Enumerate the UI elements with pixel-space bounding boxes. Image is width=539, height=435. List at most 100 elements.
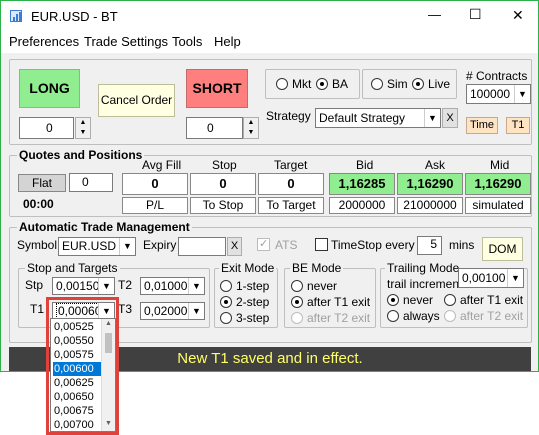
menu-help[interactable]: Help — [214, 34, 241, 49]
be-mode-title: BE Mode — [290, 261, 344, 275]
atm-title: Automatic Trade Management — [17, 220, 192, 234]
bid-size: 2000000 — [329, 197, 395, 214]
header-avg-fill: Avg Fill — [142, 158, 182, 172]
be-never-radio[interactable] — [291, 280, 303, 292]
contracts-select[interactable]: 100000 ▼ — [466, 84, 531, 104]
timestop-label: TimeStop every — [331, 238, 415, 252]
trail-after-t1-radio[interactable] — [444, 294, 456, 306]
symbol-label: Symbol — [17, 238, 58, 252]
stop-value: 0 — [190, 173, 256, 195]
sim-radio[interactable] — [371, 78, 383, 90]
menu-trade-settings[interactable]: Trade Settings — [84, 34, 168, 49]
sim-label: Sim — [387, 77, 408, 91]
long-qty-stepper[interactable]: ▲ ▼ — [75, 117, 91, 139]
window-title: EUR.USD - BT — [31, 9, 118, 24]
exit-3-step-radio[interactable] — [220, 312, 232, 324]
be-after-t2-label: after T2 exit — [307, 311, 371, 325]
stp-label: Stp — [25, 278, 44, 292]
trailing-mode-title: Trailing Mode — [385, 261, 462, 275]
trail-after-t1-label: after T1 exit — [460, 293, 524, 307]
stp-select[interactable]: 0,00150 ▼ — [52, 277, 115, 295]
exit-2-step-radio[interactable] — [220, 296, 232, 308]
timestop-minutes-input[interactable]: 5 — [417, 236, 442, 255]
chevron-down-icon[interactable]: ▼ — [98, 278, 114, 294]
short-qty-stepper[interactable]: ▲ ▼ — [243, 117, 259, 139]
t3-select[interactable]: 0,02000 ▼ — [140, 302, 205, 320]
maximize-icon[interactable]: ☐ — [469, 6, 482, 23]
mid-mode: simulated — [465, 197, 531, 214]
expiry-label: Expiry — [143, 238, 177, 252]
time-button[interactable]: Time — [466, 117, 498, 134]
long-qty-input[interactable]: 0 — [19, 117, 74, 139]
contracts-label: # Contracts — [466, 69, 528, 83]
chevron-up-icon[interactable]: ▲ — [76, 118, 90, 128]
timestop-checkbox[interactable] — [315, 238, 328, 251]
highlight-annotation — [46, 297, 119, 435]
to-target-label: To Target — [258, 197, 324, 214]
app-icon — [10, 10, 22, 22]
expiry-input[interactable] — [178, 237, 226, 256]
t1-button[interactable]: T1 — [506, 117, 530, 134]
pl-label: P/L — [122, 197, 188, 214]
t2-value: 0,01000 — [144, 279, 188, 293]
trail-after-t2-radio[interactable] — [444, 310, 456, 322]
t1-label: T1 — [30, 302, 45, 316]
be-after-t2-radio[interactable] — [291, 312, 303, 324]
trail-always-radio[interactable] — [387, 310, 399, 322]
chevron-down-icon[interactable]: ▼ — [188, 303, 204, 319]
close-icon[interactable]: ✕ — [512, 7, 524, 24]
chevron-up-icon[interactable]: ▲ — [244, 118, 258, 128]
short-qty-input[interactable]: 0 — [186, 117, 243, 139]
chevron-down-icon[interactable]: ▼ — [119, 238, 135, 255]
strategy-value: Default Strategy — [319, 111, 406, 125]
dom-button[interactable]: DOM — [482, 237, 523, 261]
strategy-select[interactable]: Default Strategy ▼ — [315, 108, 441, 128]
stop-targets-title: Stop and Targets — [25, 261, 120, 275]
cancel-order-button[interactable]: Cancel Order — [98, 84, 175, 117]
ba-radio[interactable] — [316, 78, 328, 90]
trail-after-t2-label: after T2 exit — [460, 309, 524, 323]
chevron-down-icon[interactable]: ▼ — [514, 85, 530, 103]
mkt-label: Mkt — [292, 77, 312, 91]
live-radio[interactable] — [412, 78, 424, 90]
chevron-down-icon[interactable]: ▼ — [507, 269, 523, 287]
chevron-down-icon[interactable]: ▼ — [424, 109, 440, 127]
chevron-down-icon[interactable]: ▼ — [244, 128, 258, 138]
long-button[interactable]: LONG — [19, 69, 80, 108]
chevron-down-icon[interactable]: ▼ — [76, 128, 90, 138]
position-status-button[interactable]: Flat — [18, 174, 66, 192]
menu-preferences[interactable]: Preferences — [9, 34, 79, 49]
chevron-down-icon[interactable]: ▼ — [188, 278, 204, 294]
stp-value: 0,00150 — [56, 279, 100, 293]
trail-never-radio[interactable] — [387, 294, 399, 306]
header-target: Target — [274, 158, 308, 172]
ats-checkbox[interactable]: ✓ — [257, 238, 270, 251]
trail-increment-value: 0,00100 — [462, 271, 506, 285]
header-bid: Bid — [356, 158, 374, 172]
position-timer: 00:00 — [23, 197, 54, 211]
strategy-clear-button[interactable]: X — [442, 108, 458, 128]
be-after-t1-radio[interactable] — [291, 296, 303, 308]
exit-2-step-label: 2-step — [236, 295, 270, 309]
expiry-clear-button[interactable]: X — [227, 237, 242, 256]
t2-select[interactable]: 0,01000 ▼ — [140, 277, 205, 295]
exit-1-step-radio[interactable] — [220, 280, 232, 292]
title-bar: EUR.USD - BT — ☐ ✕ — [1, 1, 538, 31]
exit-3-step-label: 3-step — [236, 311, 270, 325]
exit-mode-title: Exit Mode — [219, 261, 277, 275]
mid-value: 1,16290 — [465, 173, 531, 195]
be-after-t1-label: after T1 exit — [307, 295, 371, 309]
header-ask: Ask — [425, 158, 446, 172]
trail-always-label: always — [403, 309, 440, 323]
minimize-icon[interactable]: — — [428, 7, 441, 22]
to-stop-label: To Stop — [190, 197, 256, 214]
menu-tools[interactable]: Tools — [172, 34, 202, 49]
bid-value: 1,16285 — [329, 173, 395, 195]
contracts-value: 100000 — [470, 87, 511, 101]
ba-label: BA — [332, 77, 349, 91]
short-button[interactable]: SHORT — [186, 69, 248, 108]
symbol-select[interactable]: EUR.USD ▼ — [58, 237, 136, 256]
trail-increment-select[interactable]: 0,00100 ▼ — [458, 268, 524, 288]
target-value: 0 — [258, 173, 324, 195]
mkt-radio[interactable] — [276, 78, 288, 90]
